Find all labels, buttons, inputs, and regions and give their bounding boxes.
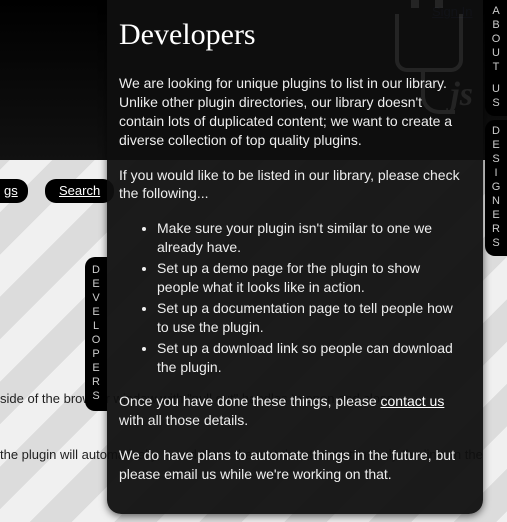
- panel-intro-2: If you would like to be listed in our li…: [119, 166, 463, 204]
- panel-footer-note: We do have plans to automate things in t…: [119, 446, 463, 484]
- list-item: Make sure your plugin isn't similar to o…: [157, 219, 463, 257]
- list-item: Set up a documentation page to tell peop…: [157, 299, 463, 337]
- contact-us-link[interactable]: contact us: [381, 393, 445, 409]
- panel-contact-line: Once you have done these things, please …: [119, 392, 463, 430]
- side-tab-developers[interactable]: DEVELOPERS: [85, 257, 107, 411]
- list-item: Set up a demo page for the plugin to sho…: [157, 259, 463, 297]
- list-item: Set up a download link so people can dow…: [157, 339, 463, 377]
- nav-pill-fragment[interactable]: gs: [0, 179, 28, 203]
- requirements-list: Make sure your plugin isn't similar to o…: [119, 219, 463, 376]
- panel-intro-1: We are looking for unique plugins to lis…: [119, 74, 463, 150]
- right-tab-about-us[interactable]: ABOUT US: [485, 0, 507, 116]
- text: with all those details.: [119, 412, 248, 428]
- text: Once you have done these things, please: [119, 393, 381, 409]
- developers-panel: js Developers We are looking for unique …: [107, 0, 483, 514]
- search-button[interactable]: Search: [45, 179, 114, 203]
- panel-title: Developers: [119, 18, 463, 52]
- right-tab-designers[interactable]: DESIGNERS: [485, 120, 507, 256]
